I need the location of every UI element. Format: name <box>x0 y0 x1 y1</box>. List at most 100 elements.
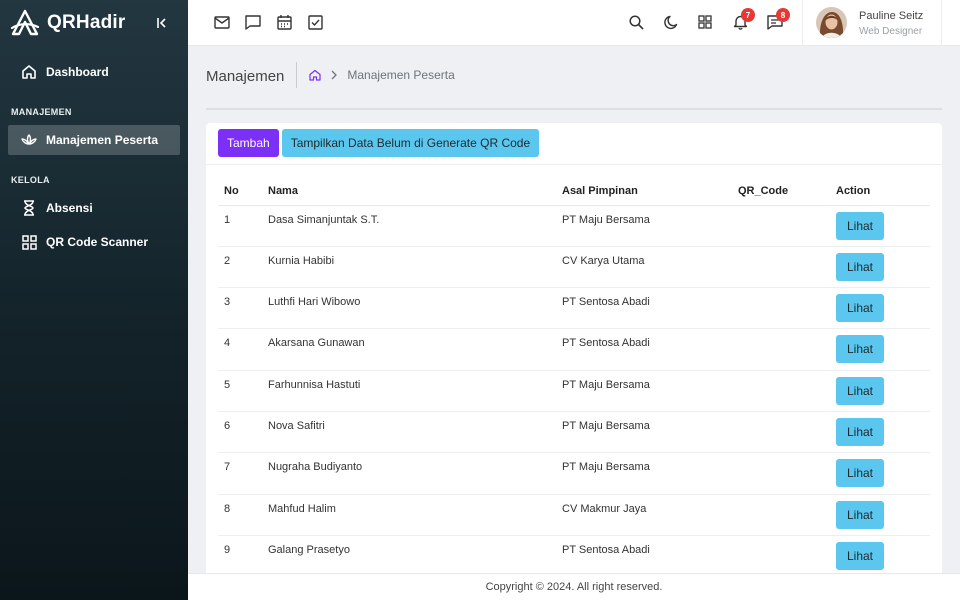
table-row: 8 Mahfud Halim CV Makmur Jaya Lihat <box>218 494 930 536</box>
user-menu[interactable]: Pauline Seitz Web Designer <box>802 0 942 46</box>
cell-no: 1 <box>218 205 262 247</box>
collapse-sidebar-icon[interactable] <box>156 17 168 29</box>
column-header-no[interactable]: No <box>218 177 262 206</box>
lihat-button[interactable]: Lihat <box>836 252 884 281</box>
chat-icon[interactable] <box>244 13 262 31</box>
sidebar-item-absensi[interactable]: Absensi <box>8 193 180 223</box>
lihat-button[interactable]: Lihat <box>836 294 884 323</box>
cell-action: Lihat <box>830 370 930 412</box>
cell-qr-code <box>732 328 830 371</box>
lihat-button[interactable]: Lihat <box>836 335 884 364</box>
column-header-qr-code[interactable]: QR_Code <box>732 177 830 206</box>
cell-nama: Kurnia Habibi <box>262 246 556 289</box>
mail-icon[interactable] <box>213 13 231 31</box>
cell-action: Lihat <box>830 411 930 454</box>
table-row: 5 Farhunnisa Hastuti PT Maju Bersama Lih… <box>218 370 930 412</box>
apps-icon[interactable] <box>696 13 714 31</box>
sidebar-item-label: Absensi <box>46 201 93 215</box>
cell-no: 9 <box>218 535 262 578</box>
cell-asal: PT Sentosa Abadi <box>556 287 732 330</box>
cell-no: 7 <box>218 452 262 495</box>
cell-qr-code <box>732 535 830 578</box>
table-row: 9 Galang Prasetyo PT Sentosa Abadi Lihat <box>218 535 930 578</box>
peserta-card: Tambah Tampilkan Data Belum di Generate … <box>206 123 942 583</box>
cell-qr-code <box>732 246 830 289</box>
column-header-asal-pimpinan[interactable]: Asal Pimpinan <box>556 177 732 206</box>
lihat-button[interactable]: Lihat <box>836 541 884 570</box>
cell-action: Lihat <box>830 287 930 330</box>
logo-icon <box>10 9 40 36</box>
bell-icon[interactable]: 7 <box>731 8 755 31</box>
cell-nama: Luthfi Hari Wibowo <box>262 287 556 330</box>
cell-action: Lihat <box>830 535 930 578</box>
hourglass-icon <box>20 199 38 217</box>
section-kelola: KELOLA <box>11 175 50 185</box>
lihat-button[interactable]: Lihat <box>836 417 884 446</box>
lotus-icon <box>20 131 38 149</box>
tambah-button[interactable]: Tambah <box>218 129 279 157</box>
column-header-nama[interactable]: Nama <box>262 177 556 206</box>
footer: Copyright © 2024. All right reserved. <box>188 573 960 600</box>
section-manajemen: MANAJEMEN <box>11 107 72 117</box>
cell-qr-code <box>732 452 830 495</box>
search-icon[interactable] <box>627 13 645 31</box>
cell-asal: PT Maju Bersama <box>556 452 732 495</box>
cell-qr-code <box>732 370 830 412</box>
cell-nama: Dasa Simanjuntak S.T. <box>262 205 556 247</box>
cell-nama: Farhunnisa Hastuti <box>262 370 556 412</box>
cell-asal: PT Sentosa Abadi <box>556 535 732 578</box>
table-row: 1 Dasa Simanjuntak S.T. PT Maju Bersama … <box>218 205 930 247</box>
cell-action: Lihat <box>830 246 930 289</box>
messages-icon[interactable]: 8 <box>766 8 790 31</box>
table-row: 3 Luthfi Hari Wibowo PT Sentosa Abadi Li… <box>218 287 930 330</box>
column-header-action: Action <box>830 177 930 206</box>
sidebar-item-qr-scanner[interactable]: QR Code Scanner <box>8 227 180 257</box>
table-row: 7 Nugraha Budiyanto PT Maju Bersama Liha… <box>218 452 930 495</box>
card-actions: Tambah Tampilkan Data Belum di Generate … <box>206 123 942 165</box>
lihat-button[interactable]: Lihat <box>836 500 884 529</box>
sidebar-item-label: Dashboard <box>46 65 109 79</box>
cell-no: 3 <box>218 287 262 330</box>
cell-nama: Akarsana Gunawan <box>262 328 556 371</box>
cell-qr-code <box>732 287 830 330</box>
sidebar-item-manajemen-peserta[interactable]: Manajemen Peserta <box>8 125 180 155</box>
cell-qr-code <box>732 205 830 247</box>
cell-nama: Nugraha Budiyanto <box>262 452 556 495</box>
sidebar-item-dashboard[interactable]: Dashboard <box>8 57 180 87</box>
cell-nama: Galang Prasetyo <box>262 535 556 578</box>
user-name: Pauline Seitz <box>859 10 924 22</box>
brand-name: QRHadir <box>47 12 126 33</box>
home-icon[interactable] <box>309 69 321 81</box>
tampilkan-belum-generate-button[interactable]: Tampilkan Data Belum di Generate QR Code <box>281 129 540 157</box>
cell-action: Lihat <box>830 494 930 536</box>
cell-no: 4 <box>218 328 262 371</box>
cell-action: Lihat <box>830 452 930 495</box>
peserta-table: No Nama Asal Pimpinan QR_Code Action 1 D… <box>218 177 930 578</box>
message-badge: 8 <box>776 8 790 22</box>
cell-no: 5 <box>218 370 262 412</box>
chevron-right-icon <box>331 70 338 80</box>
table-row: 6 Nova Safitri PT Maju Bersama Lihat <box>218 411 930 454</box>
avatar <box>816 7 847 38</box>
lihat-button[interactable]: Lihat <box>836 211 884 240</box>
cell-qr-code <box>732 494 830 536</box>
moon-icon[interactable] <box>662 13 680 31</box>
table-header-row: No Nama Asal Pimpinan QR_Code Action <box>218 177 930 206</box>
cell-no: 8 <box>218 494 262 536</box>
home-icon <box>20 63 38 81</box>
cell-asal: CV Karya Utama <box>556 246 732 289</box>
calendar-icon[interactable] <box>275 13 293 31</box>
cell-asal: PT Sentosa Abadi <box>556 328 732 371</box>
grid-icon <box>20 233 38 251</box>
breadcrumb-current: Manajemen Peserta <box>347 68 455 82</box>
lihat-button[interactable]: Lihat <box>836 376 884 405</box>
cell-nama: Mahfud Halim <box>262 494 556 536</box>
checkbox-icon[interactable] <box>306 13 324 31</box>
cell-asal: PT Maju Bersama <box>556 411 732 454</box>
lihat-button[interactable]: Lihat <box>836 459 884 488</box>
sidebar-item-label: Manajemen Peserta <box>46 133 159 147</box>
breadcrumb: Manajemen Manajemen Peserta <box>206 60 455 90</box>
notification-badge: 7 <box>741 8 755 22</box>
table-row: 4 Akarsana Gunawan PT Sentosa Abadi Liha… <box>218 328 930 371</box>
brand[interactable]: QRHadir <box>0 0 188 46</box>
